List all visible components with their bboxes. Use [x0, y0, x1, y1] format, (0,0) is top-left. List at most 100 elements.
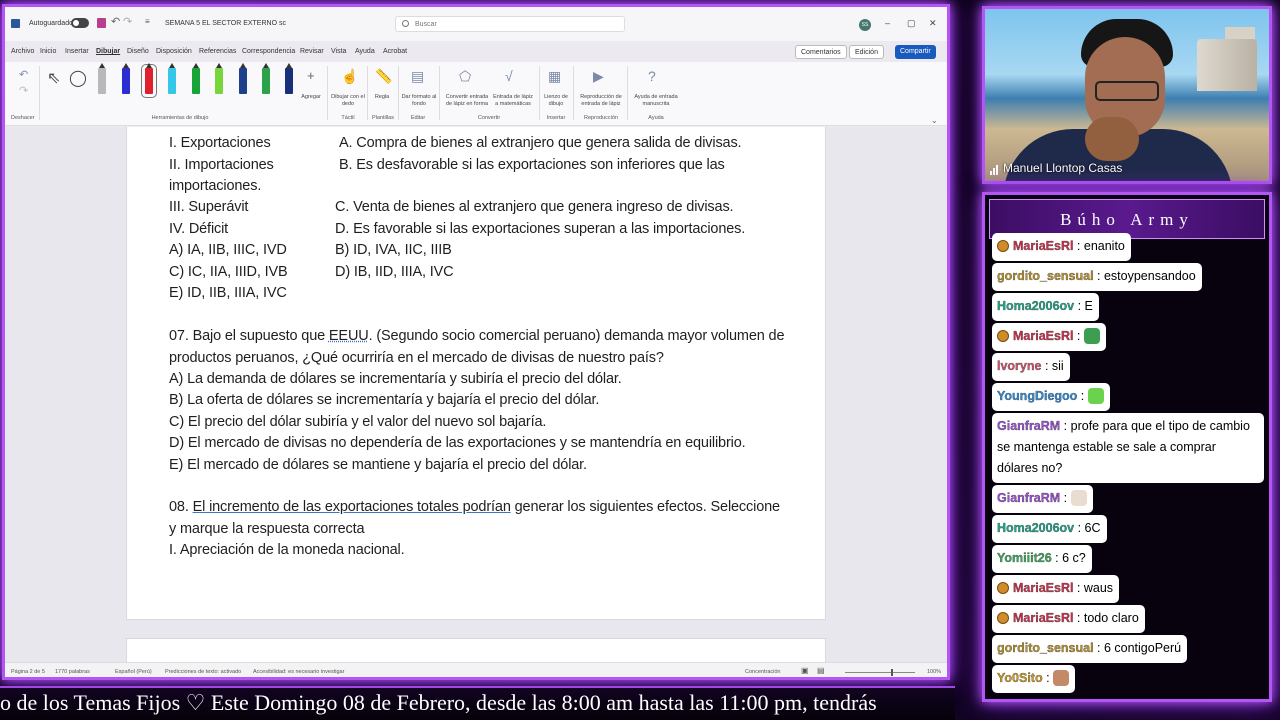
ink-to-math-icon[interactable]: √ [505, 68, 513, 84]
q7-line2: productos peruanos, ¿Qué ocurriría en el… [169, 350, 664, 366]
ruler-icon[interactable]: 📏 [375, 68, 392, 85]
lasso-icon[interactable]: ◯ [69, 68, 87, 88]
chat-username[interactable]: MariaEsRl [1013, 581, 1074, 595]
chat-message: Homa2006ov : 6C [992, 515, 1107, 543]
tab-vista[interactable]: Vista [331, 48, 346, 55]
close-icon[interactable]: ✕ [929, 18, 937, 29]
status-accessibility[interactable]: Accesibilidad: es necesario investigar [253, 669, 344, 675]
collapse-ribbon-icon[interactable]: ⌄ [931, 116, 938, 125]
chat-separator: : [1060, 491, 1071, 505]
pen-green[interactable] [192, 63, 200, 94]
editing-button[interactable]: Edición [849, 45, 884, 59]
select-arrow-icon[interactable]: ⇖ [47, 68, 60, 88]
chat-username[interactable]: Homa2006ov [997, 299, 1074, 313]
autosave-toggle[interactable] [71, 18, 89, 28]
chat-text: 6C [1084, 521, 1101, 535]
undo-icon[interactable]: ↶ [111, 15, 120, 28]
ink-replay-icon[interactable]: ▶ [593, 68, 604, 85]
zoom-slider[interactable] [845, 672, 915, 673]
read-mode-icon[interactable]: ▣ [801, 666, 809, 675]
pen-gray[interactable] [98, 63, 106, 94]
group-ayuda: Ayuda [648, 115, 664, 121]
chat-username[interactable]: MariaEsRl [1013, 611, 1074, 625]
status-words[interactable]: 1770 palabras [55, 669, 90, 675]
emote-icon [1083, 328, 1100, 344]
chat-username[interactable]: MariaEsRl [1013, 329, 1074, 343]
customize-toolbar-icon[interactable]: ≡ [145, 17, 150, 26]
document-title[interactable]: SEMANA 5 EL SECTOR EXTERNO sc [165, 20, 286, 27]
highlighter-lime[interactable] [215, 63, 223, 94]
drawing-canvas-icon[interactable]: ▦ [548, 68, 561, 85]
q6-def-d: D. Es favorable si las exportaciones sup… [335, 221, 746, 237]
pen-darkblue[interactable] [285, 63, 293, 94]
divider [439, 66, 440, 120]
tab-inicio[interactable]: Inicio [40, 48, 56, 55]
tab-revisar[interactable]: Revisar [300, 48, 324, 55]
lienzo-label: Lienzo de dibujo [544, 94, 568, 107]
tab-referencias[interactable]: Referencias [199, 48, 236, 55]
tab-acrobat[interactable]: Acrobat [383, 48, 407, 55]
maximize-icon[interactable]: ▢ [907, 18, 916, 29]
chat-username[interactable]: MariaEsRl [1013, 239, 1074, 253]
q8-line2: y marque la respuesta correcta [169, 521, 365, 537]
status-zoom[interactable]: 100% [927, 669, 941, 675]
word-app-icon [11, 19, 20, 28]
add-pen-icon[interactable]: + [307, 68, 315, 83]
tab-correspondencia[interactable]: Correspondencia [242, 48, 295, 55]
finger-draw-icon[interactable]: ☝ [341, 68, 358, 85]
pen-navy[interactable] [239, 63, 247, 94]
tab-disposicion[interactable]: Disposición [156, 48, 192, 55]
help-ink-icon[interactable]: ? [648, 68, 656, 84]
group-convertir: Convertir [477, 115, 501, 121]
chat-username[interactable]: lvoryne [997, 359, 1042, 373]
zoom-slider-handle[interactable] [891, 669, 893, 676]
minimize-icon[interactable]: – [885, 18, 890, 28]
document-page[interactable]: I. Exportaciones A. Compra de bienes al … [126, 127, 826, 620]
comments-button[interactable]: Comentarios [795, 45, 847, 59]
undo-ribbon-icon[interactable]: ↶ [19, 68, 28, 81]
ticker-text: o de los Temas Fijos ♡ Este Domingo 08 d… [0, 690, 877, 715]
tab-insertar[interactable]: Insertar [65, 48, 89, 55]
chat-username[interactable]: Yomiiit26 [997, 551, 1052, 565]
tab-diseno[interactable]: Diseño [127, 48, 149, 55]
divider [539, 66, 540, 120]
pen-darkgreen[interactable] [262, 63, 270, 94]
pen-blue[interactable] [122, 63, 130, 94]
share-button[interactable]: Compartir [895, 45, 936, 59]
q6-def-b-cont: importaciones. [169, 178, 262, 194]
chat-username[interactable]: YoungDiegoo [997, 389, 1078, 403]
chat-username[interactable]: Homa2006ov [997, 521, 1074, 535]
status-focus[interactable]: Concentración [745, 669, 780, 675]
signal-bars-icon [990, 161, 999, 175]
q6-option-e: E) ID, IIB, IIIA, IVC [169, 285, 287, 301]
status-bar: Página 2 de 5 1770 palabras Español (Per… [5, 662, 947, 677]
chat-username[interactable]: Yo0Sito [997, 671, 1043, 685]
search-placeholder: Buscar [415, 21, 437, 28]
status-predictions[interactable]: Predicciones de texto: activado [165, 669, 241, 675]
pen-cyan[interactable] [168, 63, 176, 94]
redo-icon[interactable]: ↷ [123, 15, 132, 28]
chat-message: Yo0Sito : [992, 665, 1076, 693]
ink-to-shape-icon[interactable]: ⬠ [459, 68, 471, 85]
status-language[interactable]: Español (Perú) [115, 669, 152, 675]
chat-message: YoungDiegoo : [992, 383, 1110, 411]
status-page[interactable]: Página 2 de 5 [11, 669, 45, 675]
ribbon: ↶ ↷ Deshacer ⇖ ◯ + Agregar Herramientas … [5, 62, 947, 126]
redo-ribbon-icon[interactable]: ↷ [19, 84, 28, 97]
chat-username[interactable]: gordito_sensual [997, 269, 1094, 283]
tab-archivo[interactable]: Archivo [11, 48, 34, 55]
pen-red[interactable] [141, 63, 157, 98]
print-layout-icon[interactable]: ▤ [817, 666, 825, 675]
avatar[interactable]: SS [859, 19, 871, 31]
background-format-icon[interactable]: ▤ [411, 68, 424, 85]
chat-username[interactable]: GianfraRM [997, 419, 1061, 433]
chat-username[interactable]: gordito_sensual [997, 641, 1094, 655]
search-box[interactable]: Buscar [395, 16, 625, 32]
save-icon[interactable] [97, 18, 106, 28]
chat-message: GianfraRM : profe para que el tipo de ca… [992, 413, 1264, 483]
tab-dibujar[interactable]: Dibujar [96, 48, 120, 55]
divider [367, 66, 368, 120]
tab-ayuda[interactable]: Ayuda [355, 48, 375, 55]
chat-text: sii [1051, 359, 1064, 373]
chat-username[interactable]: GianfraRM [997, 491, 1061, 505]
